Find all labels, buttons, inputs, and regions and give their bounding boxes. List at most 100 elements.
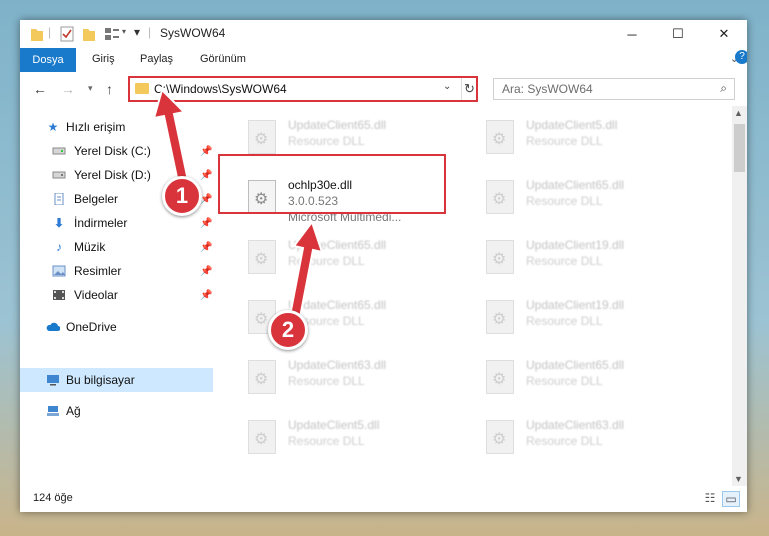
file-type: Resource DLL	[526, 254, 603, 268]
sidebar-item-label: Resimler	[74, 264, 122, 278]
file-name: UpdateClient63.dll	[288, 358, 387, 372]
file-name: UpdateClient19.dll	[526, 238, 625, 252]
drive-icon	[52, 147, 66, 155]
new-folder-icon[interactable]	[82, 26, 96, 42]
dll-file-icon	[248, 120, 276, 154]
video-icon	[53, 290, 65, 300]
file-name: UpdateClient65.dll	[288, 118, 387, 132]
refresh-icon[interactable]: ↻	[461, 78, 477, 100]
sidebar-item-music[interactable]: ♪ Müzik 📌	[20, 236, 213, 258]
ribbon: Dosya Giriş Paylaş Görünüm ⌄ ?	[20, 48, 747, 73]
document-icon	[54, 193, 64, 205]
file-tile[interactable]: UpdateClient19.dll Resource DLL	[478, 296, 708, 342]
star-icon: ★	[47, 120, 59, 134]
scroll-down-icon[interactable]: ▼	[734, 474, 743, 484]
file-type: Resource DLL	[288, 374, 365, 388]
file-tile[interactable]: UpdateClient5.dll Resource DLL	[478, 116, 708, 162]
back-arrow-icon[interactable]: ←	[33, 81, 47, 97]
highlight-box	[218, 154, 446, 214]
close-button[interactable]: ✕	[701, 20, 747, 48]
sidebar-item-label: Müzik	[74, 240, 106, 254]
pin-icon[interactable]: 📌	[200, 266, 212, 277]
sidebar-item-label: OneDrive	[66, 320, 117, 334]
scroll-up-icon[interactable]: ▲	[734, 108, 743, 118]
file-name: UpdateClient19.dll	[526, 298, 625, 312]
search-placeholder: Ara: SysWOW64	[502, 82, 593, 96]
dll-file-icon	[248, 420, 276, 454]
file-tile[interactable]: UpdateClient63.dll Resource DLL	[240, 356, 470, 402]
view-toggle-icon[interactable]	[104, 26, 120, 42]
minimize-button[interactable]: ─	[609, 20, 655, 48]
file-name: UpdateClient5.dll	[526, 118, 618, 132]
large-icons-view-icon[interactable]: ▭	[722, 491, 740, 507]
sidebar-item-label: Hızlı erişim	[66, 120, 126, 134]
file-type: Resource DLL	[526, 434, 603, 448]
file-tile[interactable]: UpdateClient63.dll Resource DLL	[478, 416, 708, 462]
sidebar-item-network[interactable]: Ağ	[20, 400, 213, 422]
maximize-button[interactable]: ☐	[655, 20, 701, 48]
sidebar-item-this-pc[interactable]: Bu bilgisayar	[20, 368, 213, 392]
vertical-scrollbar[interactable]: ▲ ▼	[732, 106, 747, 486]
file-name: UpdateClient65.dll	[526, 178, 625, 192]
step-badge-2: 2	[268, 310, 308, 350]
sidebar-item-label: Ağ	[66, 404, 81, 418]
sidebar-item-label: Yerel Disk (D:)	[74, 168, 151, 182]
dll-file-icon	[248, 240, 276, 274]
file-type: Resource DLL	[288, 434, 365, 448]
properties-icon[interactable]	[60, 26, 74, 42]
sidebar-item-label: Belgeler	[74, 192, 119, 206]
item-count: 124 öğe	[33, 492, 73, 504]
folder-icon	[31, 29, 43, 41]
sidebar-item-onedrive[interactable]: OneDrive	[20, 316, 213, 338]
download-icon: ⬇	[53, 216, 65, 230]
separator: |	[148, 25, 152, 39]
computer-icon	[47, 375, 59, 386]
network-icon	[47, 406, 59, 416]
file-type: Resource DLL	[526, 374, 603, 388]
file-type: Resource DLL	[526, 134, 603, 148]
cloud-icon	[46, 322, 60, 331]
file-tile[interactable]: UpdateClient65.dll Resource DLL	[478, 176, 708, 222]
pin-icon[interactable]: 📌	[200, 242, 212, 253]
status-bar: 124 öğe ☷ ▭	[20, 486, 747, 512]
help-icon[interactable]: ?	[735, 50, 747, 64]
file-name: UpdateClient5.dll	[288, 418, 380, 432]
file-name: UpdateClient65.dll	[526, 358, 625, 372]
file-tile[interactable]: UpdateClient5.dll Resource DLL	[240, 416, 470, 462]
scroll-thumb[interactable]	[734, 124, 745, 172]
pin-icon[interactable]: 📌	[200, 218, 212, 229]
dll-file-icon	[486, 300, 514, 334]
dll-file-icon	[486, 120, 514, 154]
file-tile[interactable]: UpdateClient19.dll Resource DLL	[478, 236, 708, 282]
file-tile[interactable]: UpdateClient65.dll Resource DLL	[478, 356, 708, 402]
sidebar-item-videos[interactable]: Videolar 📌	[20, 284, 213, 306]
chevron-down-icon[interactable]: ⌄	[443, 81, 451, 92]
sidebar-item-pictures[interactable]: Resimler 📌	[20, 260, 213, 282]
dll-file-icon	[486, 180, 514, 214]
details-view-icon[interactable]: ☷	[702, 491, 718, 505]
picture-icon	[52, 265, 66, 277]
search-icon[interactable]: ⌕	[720, 81, 727, 96]
file-name: UpdateClient63.dll	[526, 418, 625, 432]
pin-icon[interactable]: 📌	[200, 290, 212, 301]
music-icon: ♪	[56, 240, 62, 254]
search-input[interactable]: Ara: SysWOW64 ⌕	[493, 78, 735, 100]
customize-toolbar-icon[interactable]: ▾	[122, 27, 126, 43]
tab-file[interactable]: Dosya	[20, 48, 76, 72]
file-tile[interactable]: UpdateClient65.dll Resource DLL	[240, 236, 470, 282]
drive-icon	[52, 171, 66, 179]
title-bar: | ▾ ▾ | SysWOW64 ─ ☐ ✕	[20, 20, 747, 48]
dll-file-icon	[248, 360, 276, 394]
sidebar-item-label: Bu bilgisayar	[66, 373, 135, 387]
recent-locations-icon[interactable]: ▾	[88, 83, 93, 94]
pin-toolbar-icon[interactable]: ▾	[134, 25, 140, 41]
tab-share[interactable]: Paylaş	[140, 53, 173, 65]
window-title: SysWOW64	[160, 26, 226, 40]
file-type: Resource DLL	[526, 314, 603, 328]
tab-home[interactable]: Giriş	[92, 53, 115, 65]
tab-view[interactable]: Görünüm	[200, 53, 246, 65]
dll-file-icon	[486, 240, 514, 274]
forward-arrow-icon[interactable]: →	[61, 81, 75, 97]
sidebar-item-label: Videolar	[74, 288, 118, 302]
up-arrow-icon[interactable]: ↑	[106, 81, 113, 97]
